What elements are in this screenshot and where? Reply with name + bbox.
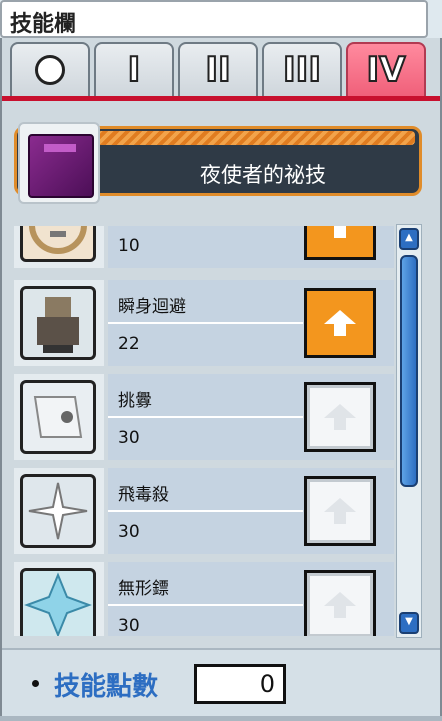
skill-points-value: 0 xyxy=(194,664,286,704)
skill-icon-box xyxy=(14,226,104,268)
arrow-up-icon xyxy=(324,310,356,336)
skill-separator xyxy=(108,322,303,324)
skill-level: 30 xyxy=(118,522,140,542)
skill-list[interactable]: 10 瞬身迴避 22 挑釁 30 飛毒殺 30 無形鏢 30 xyxy=(14,226,394,636)
skill-points-label: 技能點數 xyxy=(54,672,159,702)
scroll-thumb[interactable] xyxy=(400,255,418,487)
skill-separator xyxy=(108,416,303,418)
bottom-border xyxy=(0,716,442,721)
tab-label: III xyxy=(282,49,322,91)
job-name: 夜使者的祕技 xyxy=(200,163,326,187)
shuriken-burst-icon[interactable] xyxy=(20,474,96,548)
skill-row[interactable]: 10 xyxy=(14,226,394,272)
skill-icon-box xyxy=(14,374,104,460)
tab-beginner[interactable] xyxy=(10,42,90,96)
skill-icon-partial[interactable] xyxy=(20,226,96,262)
tab-label: IV xyxy=(366,49,407,91)
circle-icon xyxy=(35,55,65,85)
skill-row[interactable]: 飛毒殺 30 xyxy=(14,468,394,558)
scroll-taunt-icon[interactable] xyxy=(20,380,96,454)
tab-label: I xyxy=(127,49,142,91)
skill-icon-box xyxy=(14,562,104,636)
skill-up-button[interactable] xyxy=(304,382,376,452)
skill-separator xyxy=(108,604,303,606)
tab-label: II xyxy=(204,49,231,91)
skill-up-button[interactable] xyxy=(304,226,376,260)
tab-tier-4[interactable]: IV xyxy=(346,42,426,96)
arrow-up-icon xyxy=(324,498,356,524)
purple-book-icon xyxy=(28,134,94,198)
window-title: 技能欄 xyxy=(10,12,77,37)
skill-tier-tabs: I II III IV xyxy=(10,42,432,98)
skill-separator xyxy=(108,510,303,512)
window-title-bar[interactable]: 技能欄 xyxy=(0,0,428,38)
skill-level: 30 xyxy=(118,428,140,448)
skill-up-button[interactable] xyxy=(304,476,376,546)
bullet-icon xyxy=(32,680,39,687)
job-book xyxy=(18,122,100,204)
scroll-down-button[interactable]: ▼ xyxy=(399,612,419,634)
skill-row[interactable]: 挑釁 30 xyxy=(14,374,394,464)
skill-level: 22 xyxy=(118,334,140,354)
skill-row[interactable]: 瞬身迴避 22 xyxy=(14,280,394,370)
skill-name: 無形鏢 xyxy=(118,579,169,599)
skill-points-footer: 技能點數 0 xyxy=(2,648,440,721)
skill-icon-box xyxy=(14,280,104,366)
tab-divider xyxy=(2,96,440,101)
arrow-up-icon xyxy=(324,404,356,430)
skill-scrollbar[interactable]: ▲ ▼ xyxy=(396,224,422,638)
skill-name: 挑釁 xyxy=(118,391,152,411)
skill-icon-box xyxy=(14,468,104,554)
skill-name: 瞬身迴避 xyxy=(118,297,186,317)
skill-up-button[interactable] xyxy=(304,570,376,636)
scroll-up-button[interactable]: ▲ xyxy=(399,228,419,250)
skill-level: 10 xyxy=(118,236,140,256)
arrow-up-icon xyxy=(324,592,356,618)
skill-name: 飛毒殺 xyxy=(118,485,169,505)
tab-tier-2[interactable]: II xyxy=(178,42,258,96)
banner-stripe xyxy=(97,131,415,145)
skill-row[interactable]: 無形鏢 30 xyxy=(14,562,394,636)
skill-level: 30 xyxy=(118,616,140,636)
ninja-statue-icon[interactable] xyxy=(20,286,96,360)
tab-tier-1[interactable]: I xyxy=(94,42,174,96)
ice-shuriken-icon[interactable] xyxy=(20,568,96,636)
skill-up-button[interactable] xyxy=(304,288,376,358)
tab-tier-3[interactable]: III xyxy=(262,42,342,96)
